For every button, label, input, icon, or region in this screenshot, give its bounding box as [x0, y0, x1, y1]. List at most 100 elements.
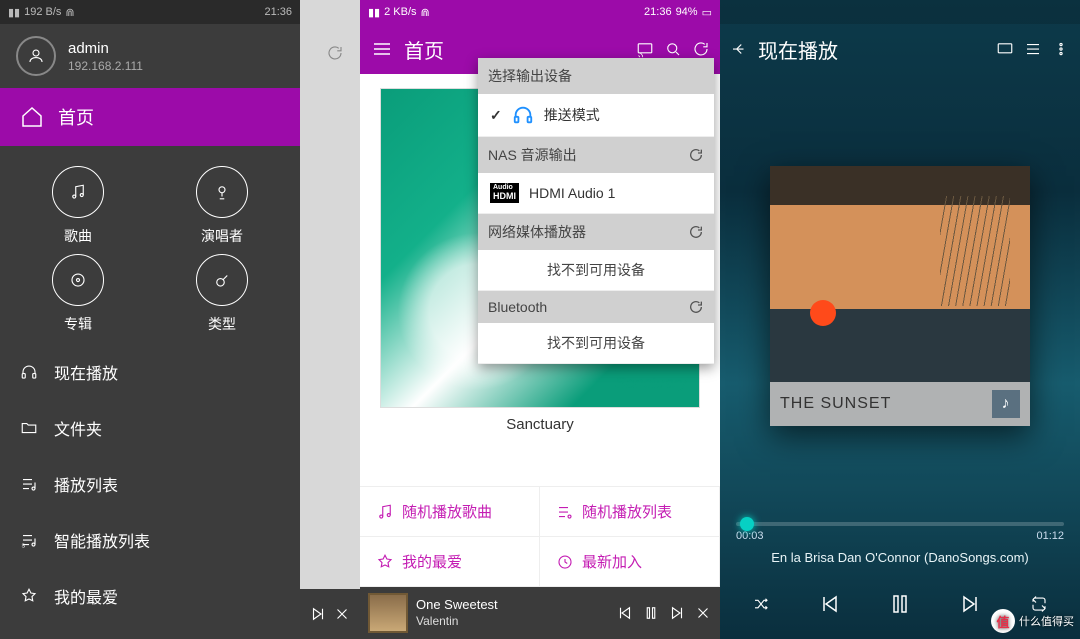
- menu-playlist[interactable]: 播放列表: [0, 456, 300, 512]
- more-icon[interactable]: [1052, 40, 1070, 58]
- mini-info: One Sweetest Valentin: [416, 597, 608, 629]
- check-icon: ✓: [490, 107, 502, 124]
- popup-hdmi-label: HDMI Audio 1: [529, 185, 615, 201]
- cat-artists[interactable]: 演唱者: [154, 166, 290, 246]
- watermark-badge: 值: [991, 609, 1015, 633]
- mini-thumb: [368, 593, 408, 633]
- cat-songs[interactable]: 歌曲: [10, 166, 146, 246]
- clock: 21:36: [264, 6, 292, 18]
- next-button[interactable]: [951, 585, 989, 623]
- progress: 00:03 01:12: [720, 518, 1080, 542]
- popup-hdmi[interactable]: AudioHDMIHDMI Audio 1: [478, 173, 714, 214]
- mic-user-icon: [213, 183, 231, 201]
- clock: 21:36: [644, 6, 672, 18]
- close-icon[interactable]: [694, 604, 712, 622]
- home-icon: [20, 105, 44, 129]
- refresh-icon[interactable]: [688, 147, 704, 163]
- opt-favorites[interactable]: 我的最爱: [360, 537, 540, 587]
- back-icon[interactable]: [730, 40, 748, 58]
- menu-fav-label: 我的最爱: [54, 584, 118, 608]
- cat-songs-label: 歌曲: [64, 226, 92, 246]
- cast-icon[interactable]: [636, 40, 654, 58]
- no-device-label: 找不到可用设备: [547, 260, 645, 280]
- popup-title: 选择输出设备: [488, 66, 572, 86]
- music-note-icon: [69, 183, 87, 201]
- menu-now-label: 现在播放: [54, 360, 118, 384]
- user-info: admin 192.168.2.111: [68, 40, 143, 73]
- prev-icon: [818, 592, 842, 616]
- star-icon: [20, 587, 38, 605]
- output-device-popup: 选择输出设备 ✓ 推送模式 NAS 音源输出 AudioHDMIHDMI Aud…: [478, 58, 714, 364]
- opt-shuffle-playlist[interactable]: 随机播放列表: [540, 487, 720, 537]
- close-icon[interactable]: [333, 605, 351, 623]
- battery-pct: 94%: [676, 6, 698, 18]
- opt-label: 随机播放列表: [582, 501, 672, 522]
- popup-section-nas: NAS 音源输出: [478, 137, 714, 173]
- menu-smart-label: 智能播放列表: [54, 528, 150, 552]
- nav-home-label: 首页: [58, 104, 94, 130]
- menu-icon[interactable]: [370, 37, 394, 61]
- backdrop[interactable]: [300, 0, 360, 639]
- pause-icon[interactable]: [642, 604, 660, 622]
- refresh-icon[interactable]: [688, 224, 704, 240]
- next-icon[interactable]: [668, 604, 686, 622]
- nav-home[interactable]: 首页: [0, 88, 300, 146]
- opt-label: 我的最爱: [402, 551, 462, 572]
- popup-push-mode[interactable]: ✓ 推送模式: [478, 94, 714, 137]
- time-current: 00:03: [736, 530, 764, 542]
- playlist-icon: [556, 503, 574, 521]
- mini-title: One Sweetest: [416, 597, 608, 614]
- folder-icon: [20, 419, 38, 437]
- next-icon[interactable]: [309, 605, 327, 623]
- status-bar: ▮▮2 KB/s⋒ 21:3694%▭: [360, 0, 720, 24]
- queue-icon[interactable]: [1024, 40, 1042, 58]
- prev-icon[interactable]: [616, 604, 634, 622]
- avatar: [16, 36, 56, 76]
- album-title: Sanctuary: [506, 416, 574, 433]
- cat-genres[interactable]: 类型: [154, 254, 290, 334]
- refresh-icon[interactable]: [688, 299, 704, 315]
- cast-icon[interactable]: [996, 40, 1014, 58]
- opt-label: 随机播放歌曲: [402, 501, 492, 522]
- disc-icon: [69, 271, 87, 289]
- miniplayer[interactable]: One Sweetest Valentin: [360, 587, 720, 639]
- popup-nas-label: NAS 音源输出: [488, 145, 577, 165]
- signal-icon: ▮▮: [8, 6, 20, 19]
- prev-button[interactable]: [811, 585, 849, 623]
- menu-favorites[interactable]: 我的最爱: [0, 568, 300, 624]
- menu-folder[interactable]: 文件夹: [0, 400, 300, 456]
- smart-playlist-icon: S: [20, 531, 38, 549]
- status-bar: [720, 0, 1080, 24]
- popup-no-device-2: 找不到可用设备: [478, 323, 714, 364]
- time-duration: 01:12: [1036, 530, 1064, 542]
- album-art[interactable]: THE SUNSET ♪: [770, 166, 1030, 426]
- shuffle-icon: [752, 595, 770, 613]
- opt-shuffle-songs[interactable]: 随机播放歌曲: [360, 487, 540, 537]
- user-row[interactable]: admin 192.168.2.111: [0, 24, 300, 88]
- opt-label: 最新加入: [582, 551, 642, 572]
- menu-now-playing[interactable]: 现在播放: [0, 344, 300, 400]
- search-icon[interactable]: [664, 40, 682, 58]
- user-ip: 192.168.2.111: [68, 59, 143, 73]
- refresh-icon[interactable]: [326, 44, 344, 62]
- art-reeds: [940, 196, 1010, 306]
- popup-no-device-1: 找不到可用设备: [478, 250, 714, 291]
- popup-netmedia-label: 网络媒体播放器: [488, 222, 586, 242]
- popup-push-label: 推送模式: [544, 105, 600, 125]
- popup-section-bluetooth: Bluetooth: [478, 291, 714, 323]
- watermark: 值 什么值得买: [991, 609, 1074, 633]
- popup-header: 选择输出设备: [478, 58, 714, 94]
- refresh-icon[interactable]: [692, 40, 710, 58]
- menu-folder-label: 文件夹: [54, 416, 102, 440]
- shuffle-button[interactable]: [742, 585, 780, 623]
- music-note-icon: [376, 503, 394, 521]
- pause-icon: [888, 592, 912, 616]
- progress-thumb[interactable]: [740, 517, 754, 531]
- play-pause-button[interactable]: [881, 585, 919, 623]
- drawer: ▮▮192 B/s⋒ 21:36 admin 192.168.2.111 首页 …: [0, 0, 300, 639]
- progress-bar[interactable]: [736, 522, 1064, 526]
- clock-icon: [556, 553, 574, 571]
- opt-recent[interactable]: 最新加入: [540, 537, 720, 587]
- menu-smart-playlist[interactable]: S 智能播放列表: [0, 512, 300, 568]
- cat-albums[interactable]: 专辑: [10, 254, 146, 334]
